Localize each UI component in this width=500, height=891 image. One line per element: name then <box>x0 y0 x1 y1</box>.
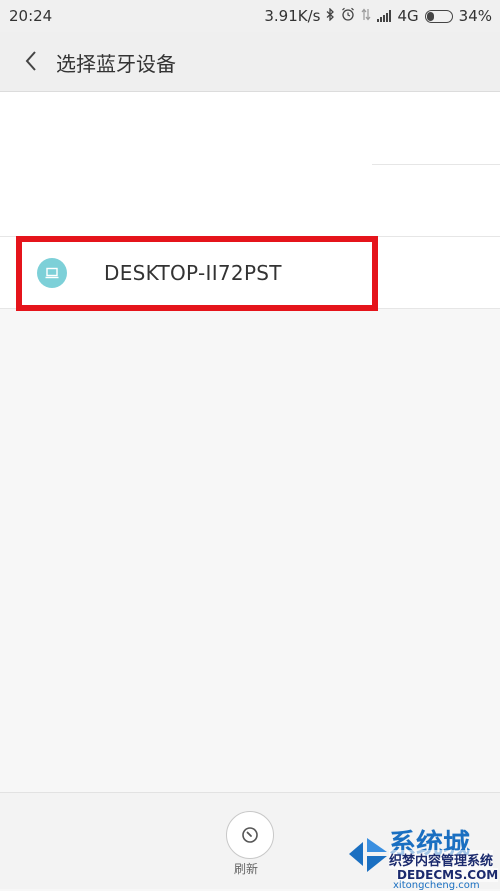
battery-fill <box>426 11 435 21</box>
network-type: 4G <box>397 7 419 25</box>
battery-icon <box>424 9 453 23</box>
device-list-area: DESKTOP-II72PST <box>0 92 500 792</box>
page-title: 选择蓝牙设备 <box>56 52 176 76</box>
bottom-bar: 刷新 <box>0 792 500 889</box>
title-bar: 选择蓝牙设备 <box>0 32 500 92</box>
status-bar: 20:24 3.91K/s 4G 34% <box>0 0 500 32</box>
refresh-label: 刷新 <box>234 862 259 876</box>
status-right: 3.91K/s 4G 34% <box>264 6 492 25</box>
battery-percent: 34% <box>458 7 492 25</box>
refresh-button[interactable] <box>226 811 274 859</box>
device-name: DESKTOP-II72PST <box>104 261 282 285</box>
network-speed: 3.91K/s <box>264 7 321 25</box>
status-time: 20:24 <box>9 7 53 25</box>
bluetooth-icon <box>326 6 335 25</box>
refresh-icon <box>242 827 258 843</box>
data-transfer-icon <box>361 8 371 25</box>
alarm-icon <box>341 7 355 25</box>
back-button[interactable] <box>14 44 48 78</box>
divider <box>372 164 500 165</box>
laptop-icon <box>37 258 67 288</box>
device-item[interactable]: DESKTOP-II72PST <box>0 236 500 309</box>
chevron-left-icon <box>25 51 36 71</box>
signal-icon <box>377 10 392 22</box>
